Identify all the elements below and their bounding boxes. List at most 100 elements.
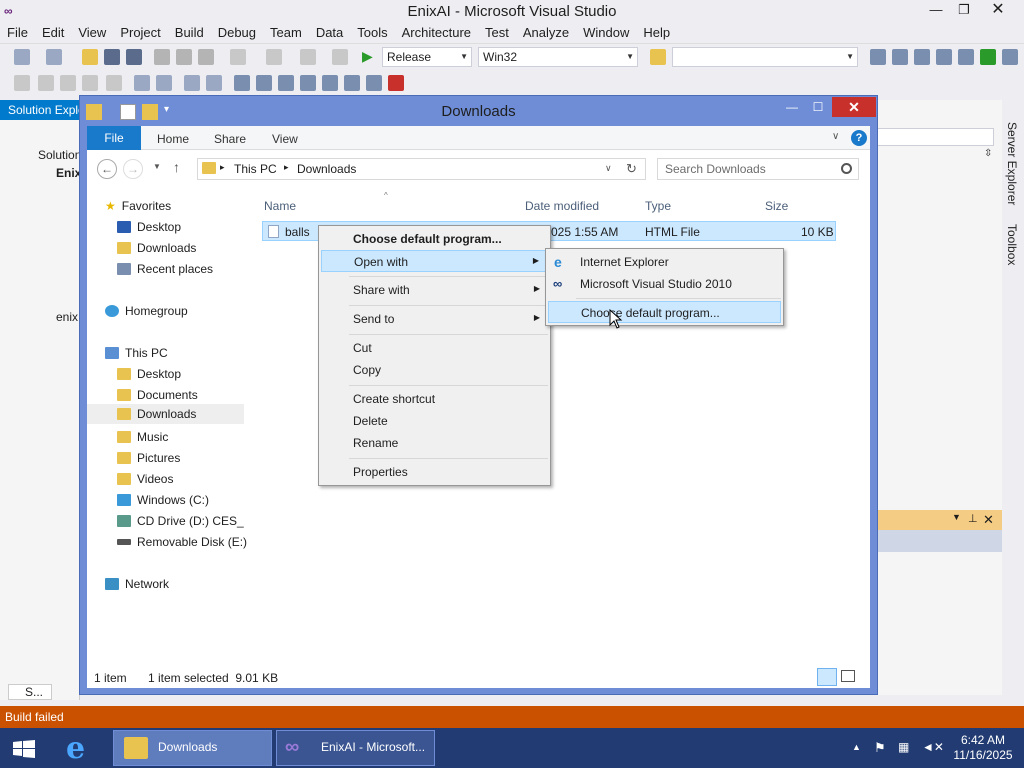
extension-icon[interactable] (980, 49, 996, 65)
toolbar-icon[interactable] (38, 75, 54, 91)
ribbon-tab-file[interactable]: File (87, 126, 141, 150)
ctx-create-shortcut[interactable]: Create shortcut (321, 388, 548, 410)
nav-pc-drive-c[interactable]: Windows (C:) (117, 490, 209, 510)
taskbar-downloads[interactable]: Downloads (113, 730, 272, 766)
explorer-close-button[interactable]: ✕ (832, 97, 876, 117)
ctx-share-with[interactable]: Share with ▶ (321, 279, 548, 301)
chevron-down-icon[interactable]: ∨ (605, 163, 612, 174)
new-project-icon[interactable] (14, 49, 30, 65)
menu-architecture[interactable]: Architecture (395, 22, 478, 42)
find-combo[interactable]: ▼ (672, 47, 858, 67)
nav-fav-downloads[interactable]: Downloads (117, 238, 196, 258)
nav-homegroup[interactable]: Homegroup (105, 301, 188, 321)
solution-node[interactable]: Solution (0, 148, 80, 166)
menu-test[interactable]: Test (478, 22, 516, 42)
tab-server-explorer[interactable]: Server Explorer (1005, 122, 1019, 205)
large-icons-view-icon[interactable] (841, 670, 855, 682)
ctx-open-with[interactable]: Open with ▶ (321, 250, 548, 272)
ctx-cut[interactable]: Cut (321, 337, 548, 359)
taskbar-visual-studio[interactable]: ∞ EnixAI - Microsoft... (276, 730, 435, 766)
find-icon[interactable] (332, 49, 348, 65)
menu-build[interactable]: Build (168, 22, 211, 42)
project-node[interactable]: Enix (0, 166, 80, 184)
menu-data[interactable]: Data (309, 22, 350, 42)
outdent-icon[interactable] (156, 75, 172, 91)
nav-network[interactable]: Network (105, 574, 169, 594)
ctx-rename[interactable]: Rename (321, 432, 548, 454)
indent-icon[interactable] (134, 75, 150, 91)
comment-icon[interactable] (184, 75, 200, 91)
paste-icon[interactable] (198, 49, 214, 65)
column-size[interactable]: Size (765, 199, 788, 213)
close-icon[interactable]: ✕ (983, 512, 994, 528)
bookmark-prev-icon[interactable] (256, 75, 272, 91)
nav-favorites[interactable]: ★ Favorites (105, 196, 171, 216)
menu-project[interactable]: Project (113, 22, 167, 42)
save-icon[interactable] (104, 49, 120, 65)
find-in-files-icon[interactable] (650, 49, 666, 65)
column-date-modified[interactable]: Date modified (525, 199, 599, 213)
start-debug-icon[interactable]: ▶ (362, 48, 373, 65)
object-browser-icon[interactable] (914, 49, 930, 65)
navigate-icon[interactable] (300, 49, 316, 65)
open-folder-icon[interactable] (82, 49, 98, 65)
pin-icon[interactable]: ⊥ (968, 512, 978, 525)
ctx-send-to[interactable]: Send to ▶ (321, 308, 548, 330)
nav-fav-recent[interactable]: Recent places (117, 259, 213, 279)
sort-icon[interactable]: ⇳ (984, 148, 998, 164)
up-button[interactable]: ↑ (173, 159, 180, 175)
nav-pc-videos[interactable]: Videos (117, 469, 173, 489)
bookmark-file-icon[interactable] (344, 75, 360, 91)
ctx-choose-default-program[interactable]: Choose default program... (321, 228, 548, 250)
bookmark-file-next-icon[interactable] (366, 75, 382, 91)
nav-pc-drive-d[interactable]: CD Drive (D:) CES_X( (117, 511, 244, 531)
forward-button[interactable]: → (123, 159, 143, 179)
toolbar-options-icon[interactable] (1002, 49, 1018, 65)
ribbon-tab-view[interactable]: View (272, 132, 298, 146)
solution-explorer-tab[interactable]: S... (8, 684, 52, 700)
menu-file[interactable]: File (0, 22, 35, 42)
dropdown-icon[interactable]: ▼ (952, 512, 961, 522)
search-input[interactable]: Search Downloads (657, 158, 859, 180)
toolbar-icon[interactable] (60, 75, 76, 91)
toolbox-icon[interactable] (936, 49, 952, 65)
start-button[interactable] (8, 736, 38, 760)
vs-restore-button[interactable]: ❐ (950, 0, 978, 22)
bookmark-folder-icon[interactable] (300, 75, 316, 91)
toolbar-icon[interactable] (14, 75, 30, 91)
explorer-minimize-button[interactable]: — (780, 100, 804, 118)
help-icon[interactable]: ? (851, 130, 867, 146)
nav-this-pc[interactable]: This PC (105, 343, 168, 363)
solution-explorer-icon[interactable] (870, 49, 886, 65)
address-bar[interactable]: ▸ This PC ▸ Downloads ∨ ↻ (197, 158, 646, 180)
show-hidden-icons-icon[interactable]: ▲ (852, 742, 861, 752)
open-with-internet-explorer[interactable]: e Internet Explorer (548, 251, 781, 273)
bookmark-folder-next-icon[interactable] (322, 75, 338, 91)
ribbon-tab-share[interactable]: Share (214, 132, 246, 146)
copy-icon[interactable] (176, 49, 192, 65)
back-button[interactable]: ← (97, 159, 117, 179)
nav-pc-pictures[interactable]: Pictures (117, 448, 180, 468)
network-tray-icon[interactable]: ▦ (898, 740, 909, 754)
details-view-icon[interactable] (817, 668, 837, 686)
refresh-icon[interactable]: ↻ (626, 161, 637, 177)
configuration-select[interactable]: Release ▼ (382, 47, 472, 67)
clock[interactable]: 6:42 AM 11/16/2025 (950, 733, 1016, 763)
redo-icon[interactable] (266, 49, 282, 65)
menu-analyze[interactable]: Analyze (516, 22, 576, 42)
ctx-copy[interactable]: Copy (321, 359, 548, 381)
ctx-delete[interactable]: Delete (321, 410, 548, 432)
tab-toolbox[interactable]: Toolbox (1005, 224, 1019, 265)
expand-ribbon-icon[interactable]: ∨ (832, 131, 839, 142)
explorer-maximize-button[interactable]: ☐ (806, 100, 830, 118)
vs-minimize-button[interactable]: — (922, 0, 950, 22)
properties-combo[interactable] (876, 128, 994, 146)
recent-locations-icon[interactable]: ▼ (153, 162, 161, 171)
nav-pc-documents[interactable]: Documents (117, 385, 198, 405)
menu-edit[interactable]: Edit (35, 22, 71, 42)
nav-pc-downloads[interactable]: Downloads (87, 404, 244, 424)
ribbon-tab-home[interactable]: Home (157, 132, 189, 146)
open-with-visual-studio[interactable]: ∞ Microsoft Visual Studio 2010 (548, 273, 781, 295)
clear-bookmarks-icon[interactable] (388, 75, 404, 91)
platform-select[interactable]: Win32 ▼ (478, 47, 638, 67)
